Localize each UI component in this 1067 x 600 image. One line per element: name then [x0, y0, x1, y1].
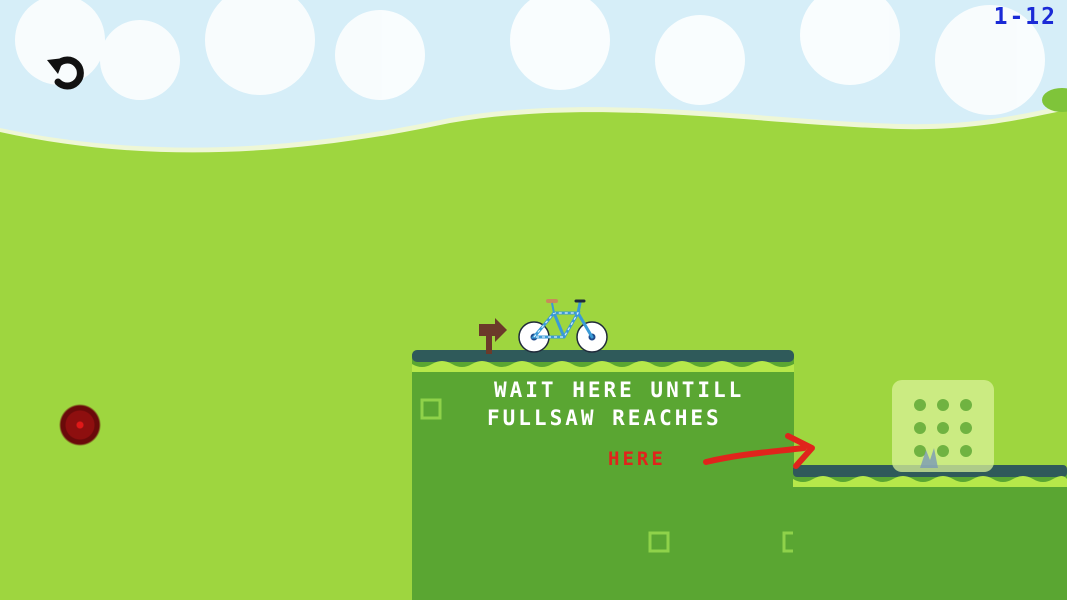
- joystick-knob-icon[interactable]: [59, 404, 101, 446]
- hint-line-1: WAIT HERE UNTILL: [494, 378, 745, 402]
- signpost-arrow-icon: [479, 318, 507, 354]
- level-indicator: 1-12: [993, 4, 1057, 30]
- restart-arrow-icon: [47, 56, 84, 90]
- restart-button[interactable]: [44, 52, 86, 90]
- bicycle: [518, 299, 608, 353]
- hint-line-2: FULLSAW REACHES: [487, 406, 722, 430]
- fullsaw-block: [892, 380, 994, 472]
- red-arrow-icon: [703, 433, 815, 469]
- lower-platform: [793, 465, 1067, 600]
- game-scene[interactable]: WAIT HERE UNTILL FULLSAW REACHES HERE 1-…: [0, 0, 1067, 600]
- hint-here-label: HERE: [608, 448, 666, 470]
